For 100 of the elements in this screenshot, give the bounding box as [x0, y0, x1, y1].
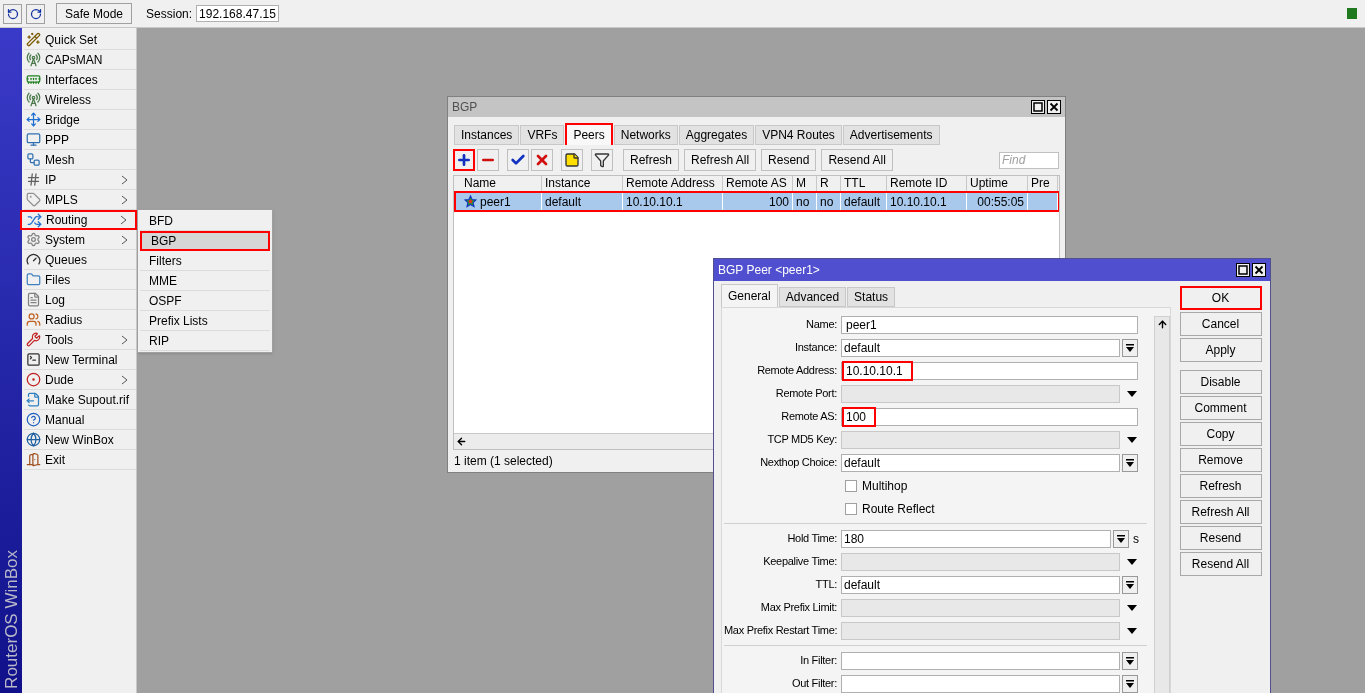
- sidebar-item[interactable]: CAPsMAN: [24, 50, 136, 70]
- sidebar-item[interactable]: Manual: [24, 410, 136, 430]
- table-row[interactable]: peer1 default 10.10.10.1 100 no no default 10.10.10.1 00:55:05: [454, 191, 1059, 212]
- add-button[interactable]: [453, 149, 475, 171]
- checkbox[interactable]: Multihop: [845, 476, 908, 495]
- sidebar-item[interactable]: Quick Set: [24, 30, 136, 50]
- dialog-button[interactable]: Refresh: [1179, 474, 1262, 498]
- input-field[interactable]: 180: [841, 529, 1111, 548]
- toolbar-button[interactable]: Resend All: [821, 149, 893, 171]
- dropdown-arrow-icon[interactable]: [1126, 557, 1138, 566]
- maximize-icon[interactable]: [1236, 263, 1250, 277]
- input-field[interactable]: [841, 430, 1120, 449]
- sidebar-item[interactable]: Tools: [24, 330, 136, 350]
- dialog-button[interactable]: Apply: [1179, 338, 1262, 362]
- input-field[interactable]: default: [841, 575, 1120, 594]
- vertical-scrollbar[interactable]: [1154, 316, 1170, 693]
- disable-button[interactable]: [531, 149, 553, 171]
- find-field[interactable]: Find: [999, 151, 1059, 169]
- dropdown-arrow-icon[interactable]: [1126, 626, 1138, 635]
- comment-button[interactable]: [561, 149, 583, 171]
- scroll-left-icon[interactable]: [456, 436, 467, 447]
- undo-button[interactable]: [3, 3, 22, 24]
- input-field[interactable]: [841, 621, 1120, 640]
- field-label: Name:: [805, 317, 838, 333]
- sidebar-item[interactable]: Interfaces: [24, 70, 136, 90]
- input-field[interactable]: 10.10.10.1: [841, 361, 1138, 380]
- dialog-button[interactable]: Copy: [1179, 422, 1262, 446]
- sidebar-item[interactable]: Routing: [20, 210, 137, 230]
- dialog-button[interactable]: OK: [1179, 286, 1262, 310]
- input-field[interactable]: peer1: [841, 315, 1138, 334]
- dialog-button[interactable]: Comment: [1179, 396, 1262, 420]
- tab[interactable]: Status: [847, 287, 896, 307]
- dialog-button[interactable]: Refresh All: [1179, 500, 1262, 524]
- maximize-icon[interactable]: [1031, 100, 1045, 114]
- sidebar-item[interactable]: Files: [24, 270, 136, 290]
- input-field[interactable]: [841, 598, 1120, 617]
- input-field[interactable]: 100: [841, 407, 1138, 426]
- table-cell-text: 10.10.10.1: [626, 193, 683, 211]
- tab[interactable]: Aggregates: [678, 125, 755, 145]
- note-icon: [564, 152, 580, 168]
- dropdown-button-icon[interactable]: [1122, 674, 1138, 693]
- input-field[interactable]: [841, 651, 1120, 670]
- input-field[interactable]: [841, 674, 1120, 693]
- dropdown-button-icon[interactable]: [1122, 338, 1138, 357]
- dropdown-button-icon[interactable]: [1122, 453, 1138, 472]
- toolbar-button[interactable]: Refresh All: [684, 149, 757, 171]
- dialog-button[interactable]: Remove: [1179, 448, 1262, 472]
- sidebar-item[interactable]: New Terminal: [24, 350, 136, 370]
- input-field[interactable]: [841, 384, 1120, 403]
- dropdown-arrow-icon[interactable]: [1126, 435, 1138, 444]
- filter-button[interactable]: [591, 149, 613, 171]
- close-icon[interactable]: [1252, 263, 1266, 277]
- tab[interactable]: General: [721, 284, 778, 307]
- tab[interactable]: Networks: [613, 125, 678, 145]
- input-field[interactable]: default: [841, 453, 1120, 472]
- sidebar-item[interactable]: PPP: [24, 130, 136, 150]
- magic-wand-icon: [26, 32, 41, 47]
- tab[interactable]: VRFs: [520, 125, 565, 145]
- sidebar-item[interactable]: Wireless: [24, 90, 136, 110]
- dropdown-arrow-icon[interactable]: [1126, 603, 1138, 612]
- tab[interactable]: Peers: [565, 123, 613, 145]
- sidebar-item[interactable]: Dude: [24, 370, 136, 390]
- session-field[interactable]: 192.168.47.15: [196, 5, 279, 22]
- sidebar-item[interactable]: IP: [24, 170, 136, 190]
- table-cell-text: peer1: [480, 193, 511, 211]
- sidebar-item[interactable]: Make Supout.rif: [24, 390, 136, 410]
- close-icon[interactable]: [1047, 100, 1061, 114]
- input-field[interactable]: [841, 552, 1120, 571]
- dropdown-button-icon[interactable]: [1122, 651, 1138, 670]
- sidebar-item[interactable]: Mesh: [24, 150, 136, 170]
- tab[interactable]: Instances: [454, 125, 520, 145]
- dialog-button[interactable]: Disable: [1179, 370, 1262, 394]
- redo-button[interactable]: [26, 3, 45, 24]
- dropdown-button-icon[interactable]: [1122, 575, 1138, 594]
- checkbox[interactable]: Route Reflect: [845, 499, 935, 518]
- dropdown-button-icon[interactable]: [1113, 529, 1129, 548]
- dropdown-arrow-icon[interactable]: [1126, 389, 1138, 398]
- tab[interactable]: VPN4 Routes: [755, 125, 842, 145]
- input-field[interactable]: default: [841, 338, 1120, 357]
- sidebar-item[interactable]: Bridge: [24, 110, 136, 130]
- submenu-item[interactable]: BGP: [140, 231, 270, 251]
- remove-button[interactable]: [477, 149, 499, 171]
- dialog-button[interactable]: Resend All: [1179, 552, 1262, 576]
- sidebar-item[interactable]: Radius: [24, 310, 136, 330]
- toolbar-button[interactable]: Refresh: [623, 149, 680, 171]
- scroll-up-icon[interactable]: [1156, 319, 1168, 330]
- sidebar-item[interactable]: Queues: [24, 250, 136, 270]
- safe-mode-button[interactable]: Safe Mode: [56, 3, 133, 24]
- enable-button[interactable]: [507, 149, 529, 171]
- field-label: Nexthop Choice:: [759, 455, 838, 471]
- dialog-button[interactable]: Cancel: [1179, 312, 1262, 336]
- sidebar-item[interactable]: System: [24, 230, 136, 250]
- dialog-button[interactable]: Resend: [1179, 526, 1262, 550]
- sidebar-item[interactable]: Log: [24, 290, 136, 310]
- toolbar-button[interactable]: Resend: [761, 149, 817, 171]
- tab[interactable]: Advanced: [778, 287, 847, 307]
- sidebar-item[interactable]: New WinBox: [24, 430, 136, 450]
- sidebar-item[interactable]: MPLS: [24, 190, 136, 210]
- sidebar-item[interactable]: Exit: [24, 450, 136, 470]
- tab[interactable]: Advertisements: [842, 125, 940, 145]
